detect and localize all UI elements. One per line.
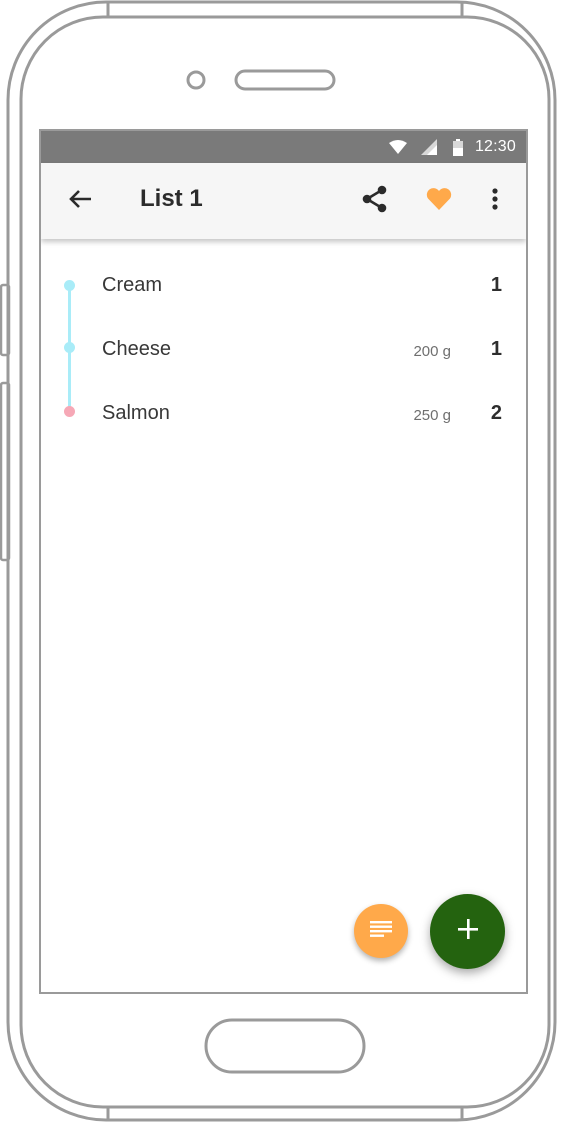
more-options-button[interactable] — [477, 181, 513, 221]
item-quantity: 1 — [490, 338, 502, 360]
item-name: Cream — [102, 274, 163, 296]
battery-icon — [452, 138, 463, 156]
arrow-back-icon — [68, 189, 92, 214]
signal-icon — [420, 139, 437, 155]
back-button[interactable] — [59, 181, 101, 221]
status-time: 12:30 — [474, 138, 516, 155]
item-quantity: 2 — [490, 402, 502, 424]
item-weight: 200 g — [413, 343, 451, 360]
item-name: Cheese — [102, 338, 171, 360]
share-icon — [361, 185, 389, 218]
status-icons: 12:30 — [388, 131, 516, 163]
notes-fab-button[interactable] — [354, 904, 408, 958]
timeline-dot — [64, 280, 75, 291]
share-button[interactable] — [355, 181, 395, 221]
wifi-icon — [388, 140, 407, 154]
item-quantity: 1 — [490, 274, 502, 296]
heart-icon — [426, 187, 452, 215]
list-item[interactable]: Salmon 250 g 2 — [41, 380, 526, 444]
timeline-dot — [64, 406, 75, 417]
favorite-button[interactable] — [419, 181, 459, 221]
notes-icon — [370, 920, 392, 942]
app-bar: List 1 — [41, 163, 526, 239]
list-item[interactable]: Cream 1 — [41, 252, 526, 316]
list-item[interactable]: Cheese 200 g 1 — [41, 316, 526, 380]
timeline-dot — [64, 342, 75, 353]
plus-icon — [457, 918, 479, 945]
item-weight: 250 g — [413, 407, 451, 424]
add-item-fab-button[interactable] — [430, 894, 505, 969]
screen: 12:30 List 1 Cream 1 Cheese 200 g 1 Salm… — [41, 131, 526, 992]
item-name: Salmon — [102, 402, 170, 424]
status-bar: 12:30 — [41, 131, 526, 163]
page-title: List 1 — [140, 185, 203, 212]
more-vertical-icon — [492, 187, 498, 215]
